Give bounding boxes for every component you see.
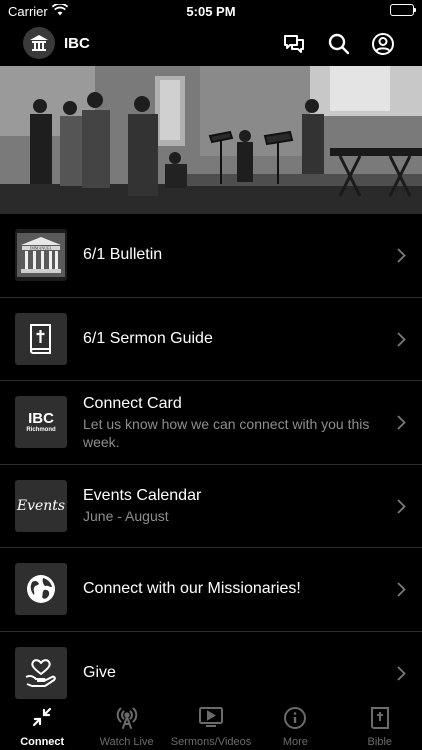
bible-cross-icon	[15, 312, 67, 365]
video-play-icon	[169, 706, 253, 730]
info-icon	[253, 706, 337, 730]
tab-label: Sermons/Videos	[170, 736, 252, 748]
tab-bible[interactable]: Bible	[338, 700, 422, 750]
clock: 5:05 PM	[186, 4, 236, 19]
hero-photo	[0, 66, 422, 214]
profile-icon[interactable]	[371, 32, 395, 56]
tab-label: Connect	[20, 736, 65, 748]
app-header: IBC	[0, 22, 422, 66]
chevron-right-icon	[397, 415, 406, 435]
bible-icon	[338, 706, 422, 730]
item-subtitle: Let us know how we can connect with you …	[83, 415, 370, 450]
tab-label: Bible	[367, 736, 393, 748]
item-title: Connect with our Missionaries!	[83, 580, 301, 598]
tab-more[interactable]: More	[253, 700, 337, 750]
item-title: Give	[83, 663, 116, 681]
item-title: 6/1 Sermon Guide	[83, 329, 213, 347]
chevron-right-icon	[397, 665, 406, 686]
list-item-missionaries[interactable]: Connect with our Missionaries!	[0, 548, 422, 632]
item-title: Events Calendar	[83, 487, 202, 505]
tab-label: More	[282, 736, 308, 748]
globe-icon	[15, 563, 67, 615]
tab-watch-live[interactable]: Watch Live	[84, 700, 168, 750]
list-item-bulletin[interactable]: IMMANUEL 6/1 Bulletin	[0, 214, 422, 298]
search-icon[interactable]	[327, 32, 351, 56]
tab-bar: Connect Watch Live Sermons/Videos More B…	[0, 700, 422, 750]
chevron-right-icon	[397, 582, 406, 602]
thumb-line2: Richmond	[26, 426, 56, 433]
tab-connect[interactable]: Connect	[0, 700, 84, 750]
item-subtitle: June - August	[83, 508, 169, 525]
menu-list: IMMANUEL 6/1 Bulletin 6/1 Sermon Guide I…	[0, 214, 422, 715]
item-title: Connect Card	[83, 394, 182, 412]
battery-icon	[390, 4, 416, 16]
connect-arrows-icon	[0, 706, 84, 730]
chevron-right-icon	[397, 248, 406, 268]
status-bar: Carrier 5:05 PM	[0, 0, 422, 22]
thumb-label: Events	[16, 497, 66, 514]
chevron-right-icon	[397, 498, 406, 519]
chat-icon[interactable]	[282, 32, 306, 56]
tab-sermons-videos[interactable]: Sermons/Videos	[169, 700, 253, 750]
church-building-icon: IMMANUEL	[15, 229, 67, 281]
ibc-logo-icon: IBC Richmond	[15, 396, 67, 448]
list-item-connect-card[interactable]: IBC Richmond Connect Card Let us know ho…	[0, 381, 422, 465]
app-title: IBC	[64, 35, 90, 52]
list-item-sermon-guide[interactable]: 6/1 Sermon Guide	[0, 298, 422, 381]
broadcast-icon	[84, 706, 168, 730]
thumb-line1: IBC	[28, 409, 54, 427]
events-script-icon: Events	[15, 479, 67, 532]
item-title: 6/1 Bulletin	[83, 246, 163, 264]
list-item-events-calendar[interactable]: Events Events Calendar June - August	[0, 465, 422, 548]
thumb-label: IMMANUEL	[30, 246, 53, 251]
heart-hand-icon	[15, 646, 67, 699]
app-logo-icon[interactable]	[23, 27, 55, 59]
chevron-right-icon	[397, 331, 406, 352]
tab-label: Watch Live	[99, 736, 154, 748]
